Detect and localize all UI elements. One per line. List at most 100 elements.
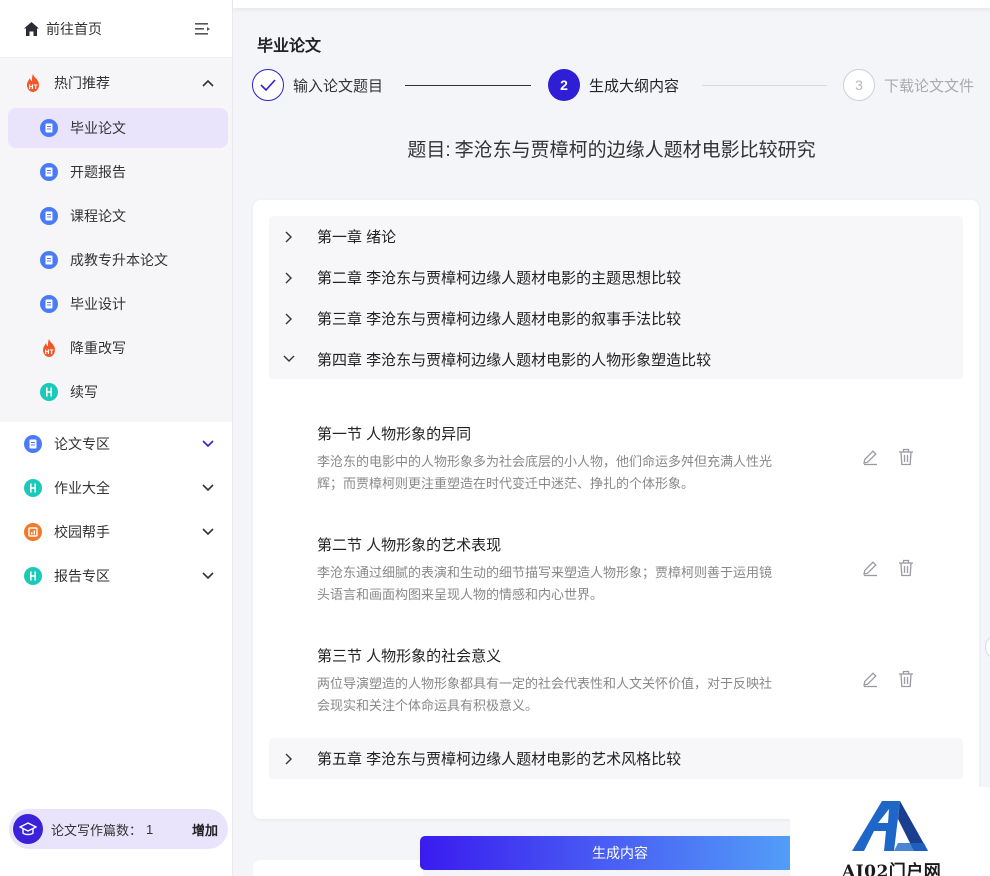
sidebar-item-rewrite[interactable]: HT 降重改写 bbox=[8, 328, 228, 368]
section-actions bbox=[860, 558, 916, 578]
chevron-down-icon[interactable] bbox=[200, 524, 216, 540]
step-label: 下载论文文件 bbox=[884, 77, 975, 95]
writing-quota: 论文写作篇数： 1 增加 bbox=[9, 809, 228, 849]
step-number: 3 bbox=[843, 69, 875, 101]
hot-group: HT 热门推荐 毕业论文 开题报告 课程论文 成教专升本论文 毕业设计 HT 降… bbox=[0, 58, 232, 422]
chapter-2[interactable]: 第二章 李沧东与贾樟柯边缘人题材电影的主题思想比较 bbox=[269, 257, 963, 298]
sidebar-item-graduation-design[interactable]: 毕业设计 bbox=[8, 284, 228, 324]
topic-text: 李沧东与贾樟柯的边缘人题材电影比较研究 bbox=[454, 140, 816, 161]
topic-prefix: 题目: bbox=[407, 140, 451, 161]
hot-fire-icon: HT bbox=[24, 74, 42, 92]
home-link[interactable]: 前往首页 bbox=[0, 0, 232, 58]
document-icon bbox=[40, 295, 58, 313]
section-title: 第三节 人物形象的社会意义 bbox=[317, 648, 502, 665]
group-label: 作业大全 bbox=[54, 480, 110, 496]
step-label: 输入论文题目 bbox=[293, 77, 384, 95]
chapter-4[interactable]: 第四章 李沧东与贾樟柯边缘人题材电影的人物形象塑造比较 bbox=[269, 339, 963, 379]
chapter-title: 第一章 绪论 bbox=[317, 229, 397, 246]
sidebar-group-thesis-zone[interactable]: 论文专区 bbox=[0, 422, 232, 466]
group-label: 论文专区 bbox=[54, 436, 110, 452]
chevron-down-icon bbox=[281, 351, 297, 367]
sidebar-item-label: 成教专升本论文 bbox=[70, 252, 168, 268]
chapter-1[interactable]: 第一章 绪论 bbox=[269, 216, 963, 257]
group-label: 报告专区 bbox=[54, 568, 110, 584]
sidebar-group-homework[interactable]: 作业大全 bbox=[0, 466, 232, 510]
hot-group-label: 热门推荐 bbox=[54, 75, 110, 91]
chevron-right-icon bbox=[281, 229, 297, 245]
step-download-file: 3 下载论文文件 bbox=[843, 68, 974, 102]
sidebar-item-label: 毕业论文 bbox=[70, 120, 126, 136]
chapter-title: 第五章 李沧东与贾樟柯边缘人题材电影的艺术风格比较 bbox=[317, 751, 682, 768]
sidebar-item-label: 降重改写 bbox=[70, 340, 126, 356]
chevron-down-icon[interactable] bbox=[200, 436, 216, 452]
top-bar bbox=[233, 0, 990, 8]
svg-text:HT: HT bbox=[44, 349, 54, 356]
sidebar-item-graduation-thesis[interactable]: 毕业论文 bbox=[8, 108, 228, 148]
chapter-5[interactable]: 第五章 李沧东与贾樟柯边缘人题材电影的艺术风格比较 bbox=[269, 738, 963, 779]
sidebar-item-label: 课程论文 bbox=[70, 208, 126, 224]
edit-icon[interactable] bbox=[860, 447, 880, 467]
section-item: 第三节 人物形象的社会意义 两位导演塑造的人物形象都具有一定的社会代表性和人文关… bbox=[269, 603, 963, 714]
document-icon bbox=[40, 119, 58, 137]
chevron-right-icon bbox=[281, 751, 297, 767]
page-title: 毕业论文 bbox=[257, 38, 322, 55]
chapter-title: 第二章 李沧东与贾樟柯边缘人题材电影的主题思想比较 bbox=[317, 270, 682, 287]
sidebar: 前往首页 HT 热门推荐 毕业论文 开题报告 课程论文 成教专升本论文 毕业设计… bbox=[0, 0, 233, 876]
graduation-cap-icon bbox=[13, 814, 43, 844]
home-label: 前往首页 bbox=[46, 20, 102, 37]
sidebar-groups: 论文专区 作业大全 校园帮手 报告专区 bbox=[0, 422, 232, 598]
watermark-logo-icon bbox=[852, 801, 928, 851]
next-card bbox=[253, 860, 423, 876]
add-quota-button[interactable]: 增加 bbox=[192, 820, 218, 839]
step-label: 生成大纲内容 bbox=[589, 77, 680, 95]
step-generate-outline[interactable]: 2 生成大纲内容 bbox=[548, 68, 679, 102]
delete-icon[interactable] bbox=[896, 447, 916, 467]
group-label: 校园帮手 bbox=[54, 524, 110, 540]
menu-collapse-icon[interactable] bbox=[194, 20, 212, 38]
chevron-up-icon[interactable] bbox=[200, 75, 216, 91]
document-icon bbox=[40, 207, 58, 225]
section-description: 李沧东通过细腻的表演和生动的细节描写来塑造人物形象；贾樟柯则善于运用镜头语言和画… bbox=[317, 565, 773, 602]
generate-content-button[interactable]: 生成内容 bbox=[420, 836, 820, 870]
sidebar-item-course-paper[interactable]: 课程论文 bbox=[8, 196, 228, 236]
document-icon bbox=[24, 435, 42, 453]
outline-card: 第一章 绪论 第二章 李沧东与贾樟柯边缘人题材电影的主题思想比较 第三章 李沧东… bbox=[253, 200, 979, 819]
sidebar-group-report-zone[interactable]: 报告专区 bbox=[0, 554, 232, 598]
progress-steps: 输入论文题目 2 生成大纲内容 3 下载论文文件 bbox=[252, 68, 990, 102]
quota-label: 论文写作篇数： bbox=[51, 822, 143, 838]
watermark: AI02门户网 bbox=[790, 787, 990, 876]
section-actions bbox=[860, 447, 916, 467]
step-input-title[interactable]: 输入论文题目 bbox=[252, 68, 383, 102]
hot-group-header[interactable]: HT 热门推荐 bbox=[0, 58, 232, 108]
delete-icon[interactable] bbox=[896, 669, 916, 689]
chevron-right-icon bbox=[281, 270, 297, 286]
step-connector bbox=[405, 85, 531, 86]
report-icon bbox=[24, 567, 42, 585]
fire-icon: HT bbox=[40, 339, 58, 357]
thesis-topic: 题目: 李沧东与贾樟柯的边缘人题材电影比较研究 bbox=[233, 135, 990, 162]
section-list: 第一节 人物形象的异同 李沧东的电影中的人物形象多为社会底层的小人物，他们命运多… bbox=[269, 381, 963, 714]
svg-text:HT: HT bbox=[28, 84, 38, 91]
chapter-title: 第四章 李沧东与贾樟柯边缘人题材电影的人物形象塑造比较 bbox=[317, 351, 712, 369]
chapter-3[interactable]: 第三章 李沧东与贾樟柯边缘人题材电影的叙事手法比较 bbox=[269, 298, 963, 339]
sidebar-group-campus-helper[interactable]: 校园帮手 bbox=[0, 510, 232, 554]
sidebar-item-adult-education-paper[interactable]: 成教专升本论文 bbox=[8, 240, 228, 280]
edit-icon[interactable] bbox=[860, 558, 880, 578]
continue-icon bbox=[40, 383, 58, 401]
chevron-down-icon[interactable] bbox=[200, 568, 216, 584]
chevron-down-icon[interactable] bbox=[200, 480, 216, 496]
homework-icon bbox=[24, 479, 42, 497]
watermark-text: AI02门户网 bbox=[842, 862, 942, 876]
delete-icon[interactable] bbox=[896, 558, 916, 578]
home-icon bbox=[22, 20, 40, 38]
sidebar-item-continue-writing[interactable]: 续写 bbox=[8, 372, 228, 412]
section-description: 李沧东的电影中的人物形象多为社会底层的小人物，他们命运多舛但充满人性光辉；而贾樟… bbox=[317, 454, 773, 491]
chapter-list-bottom: 第五章 李沧东与贾樟柯边缘人题材电影的艺术风格比较 bbox=[269, 738, 963, 779]
step-connector bbox=[702, 85, 827, 86]
sidebar-item-proposal-report[interactable]: 开题报告 bbox=[8, 152, 228, 192]
side-drawer-handle[interactable] bbox=[985, 636, 990, 658]
sidebar-item-label: 续写 bbox=[70, 384, 98, 400]
document-icon bbox=[40, 163, 58, 181]
section-item: 第二节 人物形象的艺术表现 李沧东通过细腻的表演和生动的细节描写来塑造人物形象；… bbox=[269, 492, 963, 603]
edit-icon[interactable] bbox=[860, 669, 880, 689]
